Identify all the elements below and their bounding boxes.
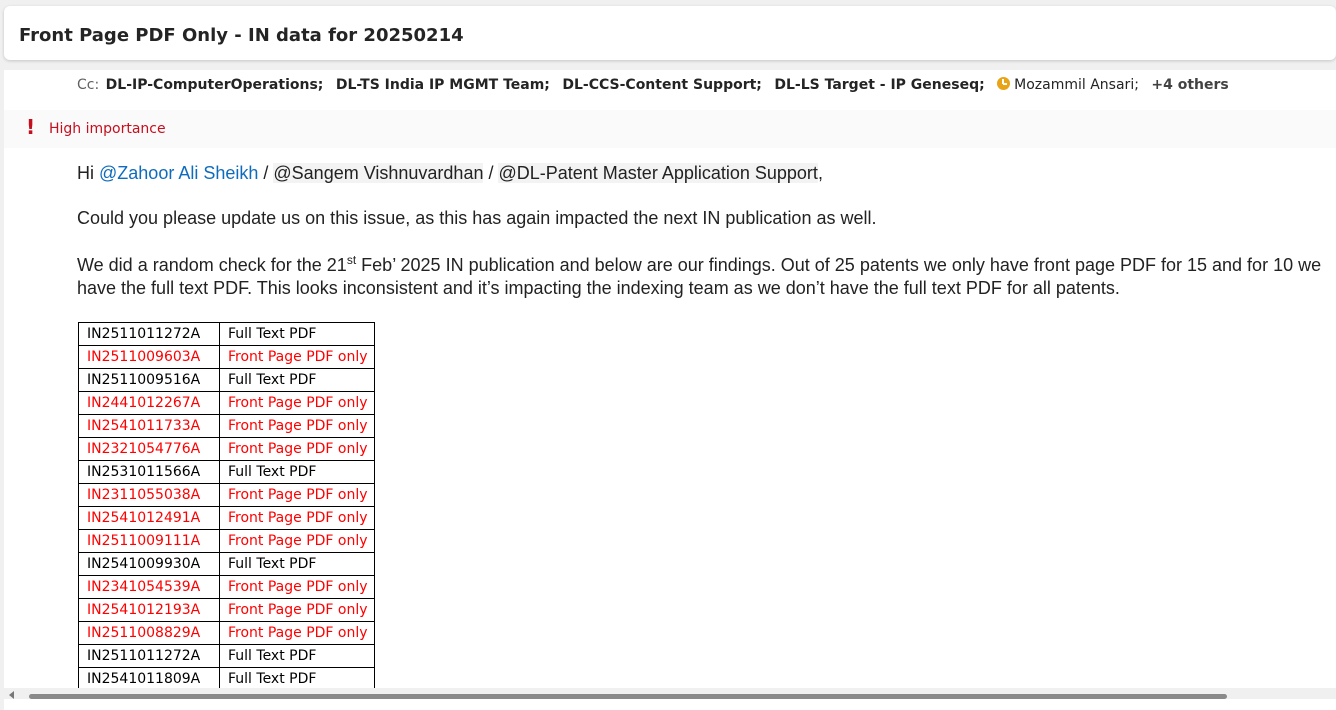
- cc-recipient[interactable]: DL-LS Target - IP Geneseq;: [774, 77, 984, 93]
- patent-number-cell: IN2441012267A: [78, 391, 220, 415]
- table-row: IN2541009930A Full Text PDF: [78, 552, 375, 576]
- greeting-comma: ,: [817, 163, 823, 183]
- patent-number-cell: IN2541012491A: [78, 506, 220, 530]
- pdf-status-cell: Front Page PDF only: [219, 598, 375, 622]
- table-row: IN2541011733A Front Page PDF only: [78, 414, 375, 438]
- paragraph-1: Could you please update us on this issue…: [77, 208, 877, 228]
- table-row: IN2511008829A Front Page PDF only: [78, 621, 375, 645]
- table-row: IN2311055038A Front Page PDF only: [78, 483, 375, 507]
- pdf-status-cell: Full Text PDF: [219, 322, 375, 346]
- message-body-card: Cc: DL-IP-ComputerOperations; DL-TS Indi…: [4, 70, 1336, 710]
- pdf-status-cell: Front Page PDF only: [219, 529, 375, 553]
- ordinal-suffix: st: [346, 253, 357, 267]
- pdf-status-cell: Front Page PDF only: [219, 506, 375, 530]
- patent-number-cell: IN2341054539A: [78, 575, 220, 599]
- scroll-left-icon[interactable]: [9, 691, 14, 699]
- table-row: IN2541012193A Front Page PDF only: [78, 598, 375, 622]
- cc-recipient[interactable]: DL-CCS-Content Support;: [562, 77, 762, 93]
- table-row: IN2531011566A Full Text PDF: [78, 460, 375, 484]
- mention-link[interactable]: @DL-Patent Master Application Support: [498, 163, 818, 183]
- patent-number-cell: IN2511009111A: [78, 529, 220, 553]
- pdf-status-cell: Front Page PDF only: [219, 621, 375, 645]
- patent-number-cell: IN2511011272A: [78, 644, 220, 668]
- scrollbar-thumb[interactable]: [29, 694, 1227, 699]
- cc-person[interactable]: Mozammil Ansari;: [997, 77, 1147, 93]
- mention-link[interactable]: @Zahoor Ali Sheikh: [99, 163, 258, 183]
- patent-number-cell: IN2321054776A: [78, 437, 220, 461]
- mention-link[interactable]: @Sangem Vishnuvardhan: [273, 163, 484, 183]
- greeting-line: Hi @Zahoor Ali Sheikh / @Sangem Vishnuva…: [77, 162, 1336, 185]
- pdf-status-cell: Full Text PDF: [219, 552, 375, 576]
- pdf-status-cell: Front Page PDF only: [219, 437, 375, 461]
- more-recipients-button[interactable]: +4 others: [1151, 77, 1228, 93]
- pdf-status-cell: Front Page PDF only: [219, 414, 375, 438]
- pdf-status-cell: Full Text PDF: [219, 460, 375, 484]
- greeting-word: Hi: [77, 163, 94, 183]
- pdf-status-cell: Full Text PDF: [219, 368, 375, 392]
- paragraph-2-start: We did a random check for the 21: [77, 255, 347, 275]
- exclamation-icon: !: [26, 115, 36, 139]
- patent-number-cell: IN2511008829A: [78, 621, 220, 645]
- patent-number-cell: IN2541011733A: [78, 414, 220, 438]
- email-subject: Front Page PDF Only - IN data for 202502…: [19, 25, 464, 46]
- pdf-status-cell: Front Page PDF only: [219, 391, 375, 415]
- table-row: IN2511011272A Full Text PDF: [78, 322, 375, 346]
- patent-number-cell: IN2511009516A: [78, 368, 220, 392]
- slash-separator: /: [483, 163, 499, 183]
- cc-label: Cc:: [77, 77, 100, 93]
- cc-row: Cc: DL-IP-ComputerOperations; DL-TS Indi…: [77, 73, 1229, 97]
- patent-number-cell: IN2541012193A: [78, 598, 220, 622]
- cc-recipient[interactable]: DL-IP-ComputerOperations;: [106, 77, 324, 93]
- patent-number-cell: IN2511011272A: [78, 322, 220, 346]
- slash-separator: /: [258, 163, 274, 183]
- pdf-status-cell: Front Page PDF only: [219, 345, 375, 369]
- table-row: IN2441012267A Front Page PDF only: [78, 391, 375, 415]
- table-row: IN2511009603A Front Page PDF only: [78, 345, 375, 369]
- patent-number-cell: IN2511009603A: [78, 345, 220, 369]
- patent-number-cell: IN2531011566A: [78, 460, 220, 484]
- importance-label: High importance: [49, 121, 166, 137]
- pdf-status-cell: Front Page PDF only: [219, 483, 375, 507]
- patent-number-cell: IN2311055038A: [78, 483, 220, 507]
- table-row: IN2511011272A Full Text PDF: [78, 644, 375, 668]
- cc-recipient[interactable]: DL-TS India IP MGMT Team;: [336, 77, 550, 93]
- patent-table: IN2511011272A Full Text PDF IN2511009603A F…: [78, 322, 375, 691]
- pdf-status-cell: Front Page PDF only: [219, 575, 375, 599]
- subject-header: Front Page PDF Only - IN data for 202502…: [4, 6, 1336, 60]
- cc-person-name: Mozammil Ansari;: [1014, 77, 1139, 93]
- table-row: IN2341054539A Front Page PDF only: [78, 575, 375, 599]
- paragraph-2: We did a random check for the 21st Feb’ …: [77, 254, 1336, 300]
- table-row: IN2541012491A Front Page PDF only: [78, 506, 375, 530]
- patent-number-cell: IN2541009930A: [78, 552, 220, 576]
- importance-banner: ! High importance: [4, 110, 1336, 148]
- table-row: IN2511009111A Front Page PDF only: [78, 529, 375, 553]
- away-clock-icon: [997, 77, 1011, 90]
- table-row: IN2321054776A Front Page PDF only: [78, 437, 375, 461]
- pdf-status-cell: Full Text PDF: [219, 644, 375, 668]
- table-row: IN2511009516A Full Text PDF: [78, 368, 375, 392]
